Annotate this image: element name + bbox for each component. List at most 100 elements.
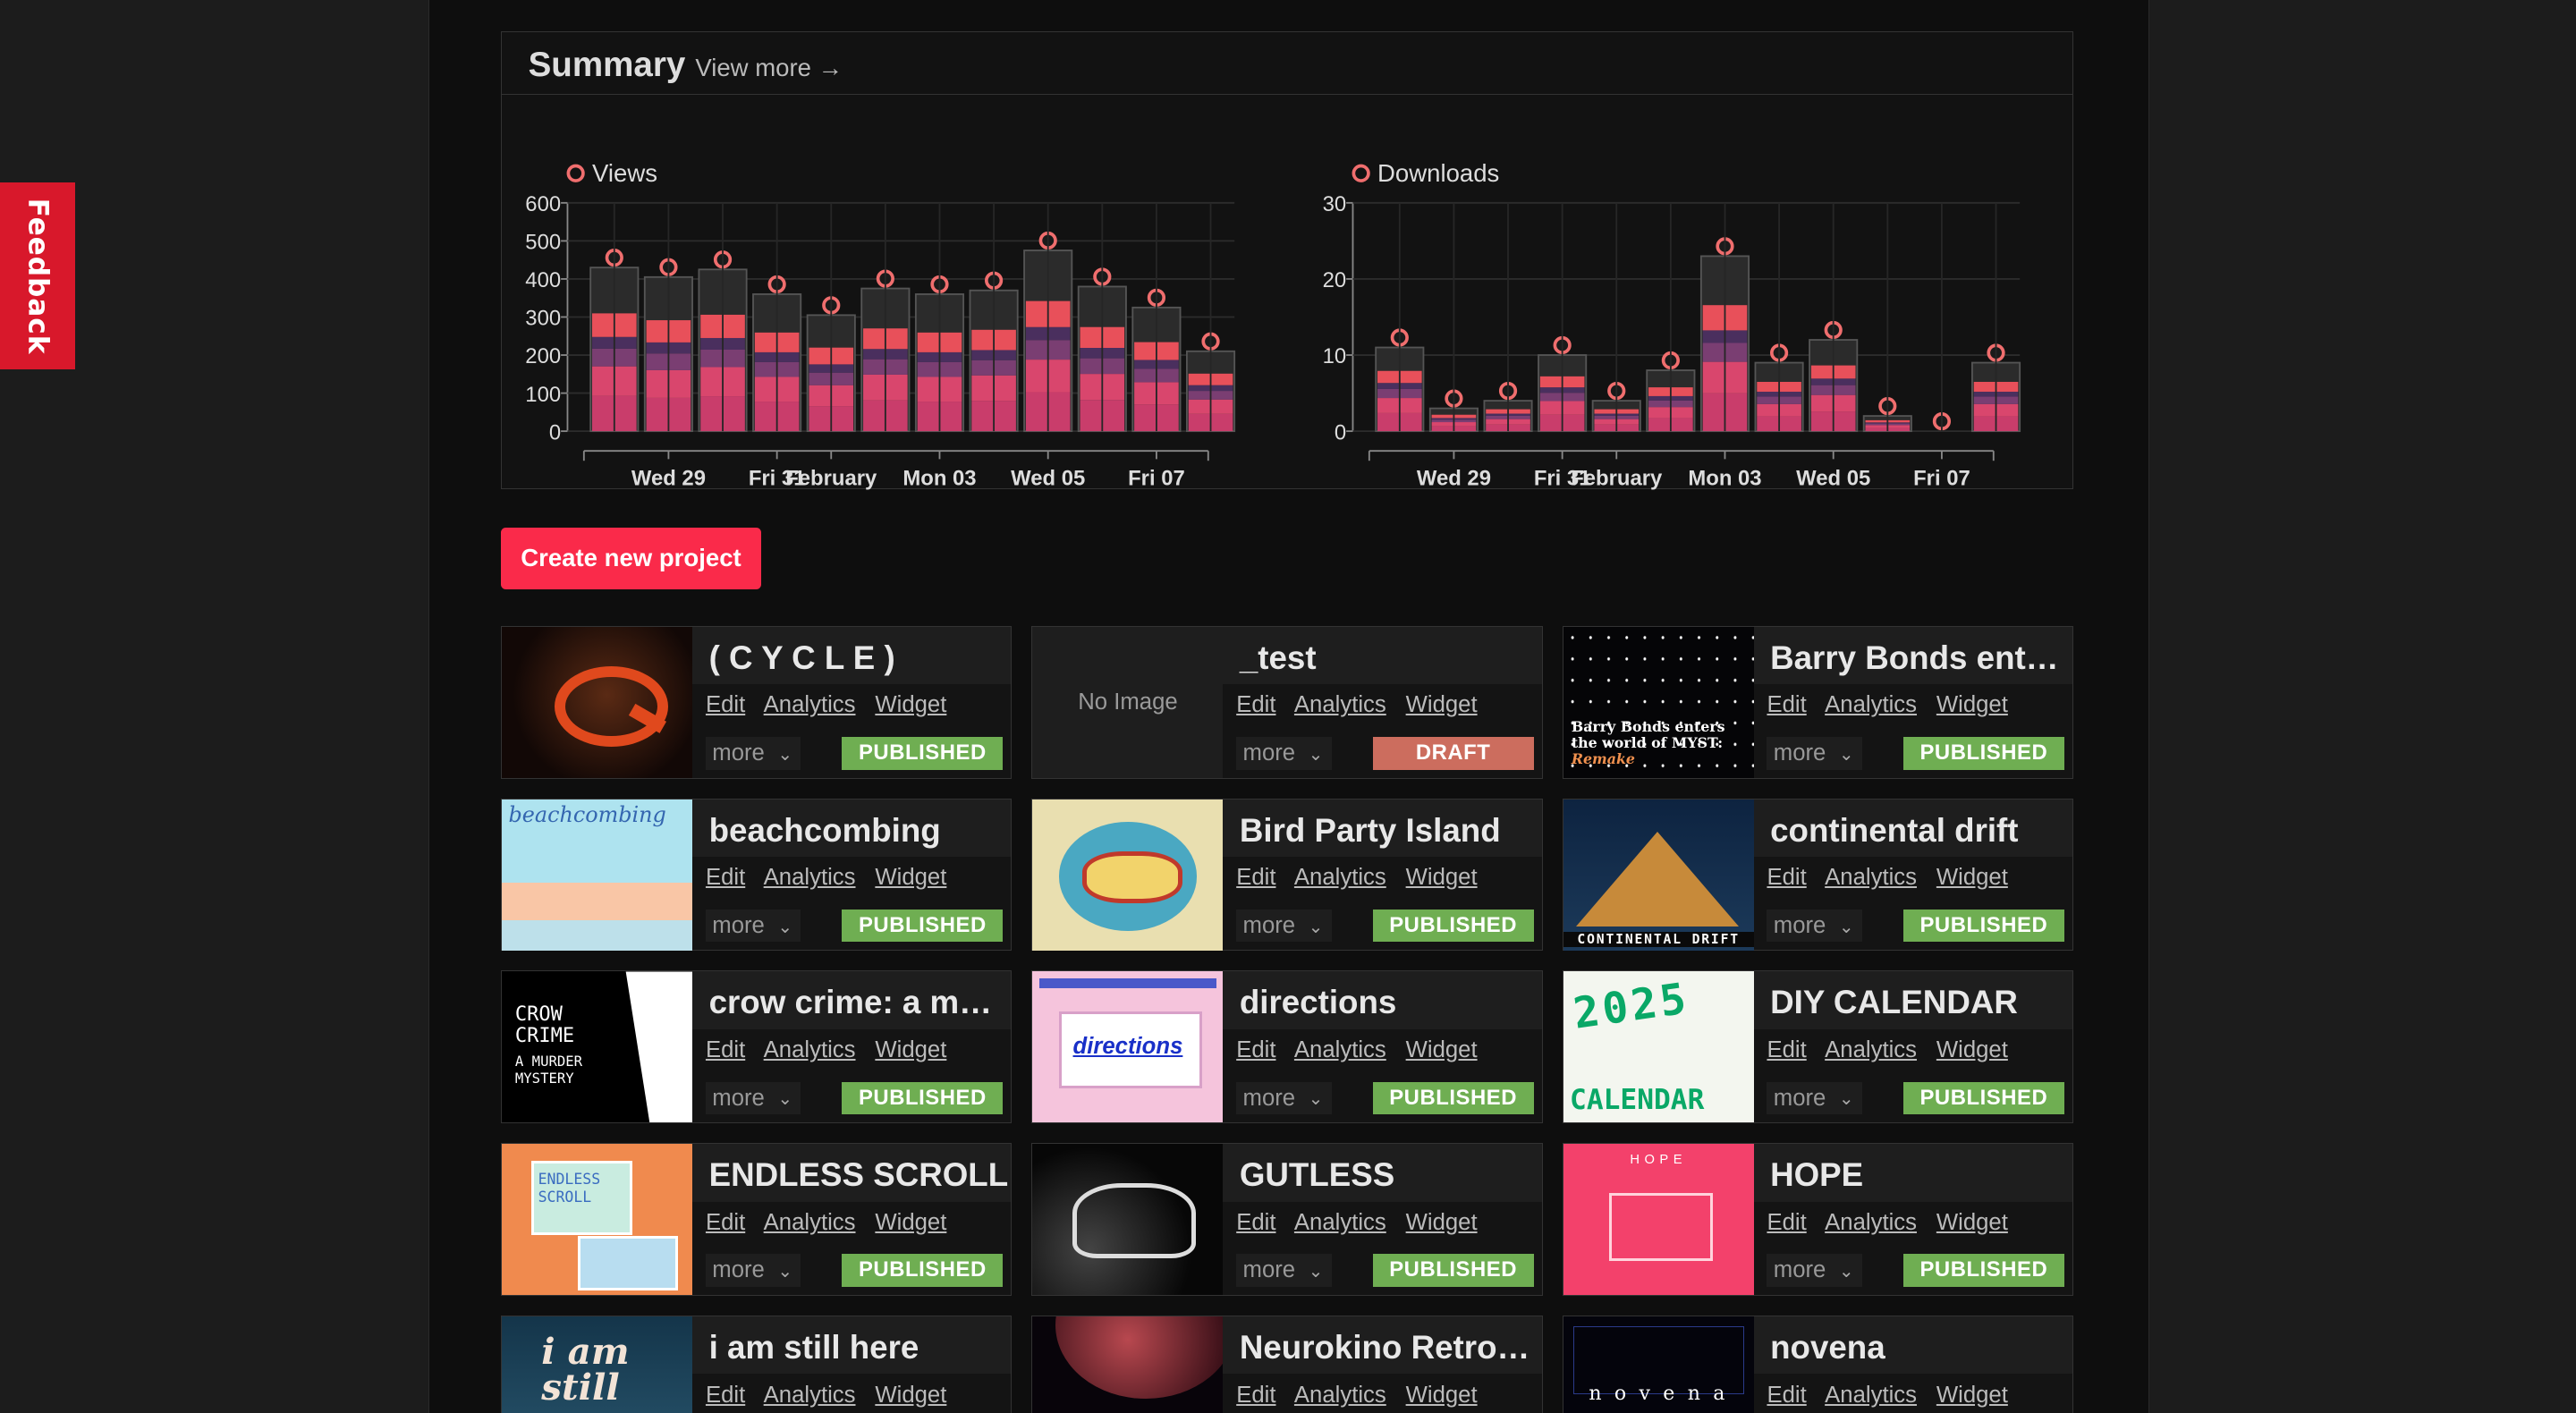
analytics-link[interactable]: Analytics [1294,1210,1386,1235]
project-thumbnail[interactable]: ENDLESS SCROLL [502,1144,693,1296]
widget-link[interactable]: Widget [1406,1037,1478,1062]
more-dropdown[interactable]: more ⌄ [1767,1254,1862,1288]
more-dropdown[interactable]: more ⌄ [705,1081,801,1115]
analytics-link[interactable]: Analytics [764,1037,856,1062]
edit-link[interactable]: Edit [1767,865,1806,890]
widget-link[interactable]: Widget [875,692,946,717]
project-thumbnail[interactable]: directions [1032,971,1224,1123]
widget-link[interactable]: Widget [875,1210,946,1235]
chevron-down-icon: ⌄ [1308,744,1324,765]
edit-link[interactable]: Edit [706,1037,745,1062]
edit-link[interactable]: Edit [1767,692,1806,717]
widget-link[interactable]: Widget [875,1037,946,1062]
edit-link[interactable]: Edit [1236,865,1275,890]
project-card: Neurokino Retro… Edit Analytics Widget m… [1031,1316,1543,1413]
widget-link[interactable]: Widget [1936,1037,2008,1062]
status-badge: PUBLISHED [1372,1254,1534,1288]
widget-link[interactable]: Widget [1406,1383,1478,1408]
project-title[interactable]: i am still here [692,1316,1012,1375]
project-thumbnail[interactable]: i am still [502,1316,693,1413]
more-dropdown[interactable]: more ⌄ [705,736,801,770]
project-links: Edit Analytics Widget [706,1383,960,1409]
widget-link[interactable]: Widget [1936,1383,2008,1408]
x-tick-label: February [1571,467,1663,491]
project-title[interactable]: Neurokino Retro… [1223,1316,1542,1375]
analytics-link[interactable]: Analytics [1825,1383,1917,1408]
edit-link[interactable]: Edit [706,1383,745,1408]
edit-link[interactable]: Edit [1236,1210,1275,1235]
analytics-link[interactable]: Analytics [1825,1210,1917,1235]
more-dropdown[interactable]: more ⌄ [1236,1254,1332,1288]
analytics-link[interactable]: Analytics [1825,1037,1917,1062]
chevron-down-icon: ⌄ [777,744,793,765]
project-links: Edit Analytics Widget [706,1210,960,1236]
analytics-link[interactable]: Analytics [764,865,856,890]
project-links: Edit Analytics Widget [1767,692,2021,718]
widget-link[interactable]: Widget [1936,1210,2008,1235]
analytics-link[interactable]: Analytics [1294,692,1386,717]
project-thumbnail[interactable]: No Image [1032,626,1224,778]
more-dropdown[interactable]: more ⌄ [1236,909,1332,943]
project-thumbnail[interactable] [1032,1316,1224,1413]
create-new-project-button[interactable]: Create new project [501,527,761,590]
edit-link[interactable]: Edit [1236,1383,1275,1408]
widget-link[interactable]: Widget [1936,865,2008,890]
project-thumbnail[interactable]: n o v e n a [1563,1316,1754,1413]
downloads-chart: Downloads 30 20 10 0 Wed 29 Fri 31 February Mon … [1287,121,2059,498]
analytics-link[interactable]: Analytics [1294,1037,1386,1062]
edit-link[interactable]: Edit [706,1210,745,1235]
edit-link[interactable]: Edit [1767,1210,1806,1235]
project-title[interactable]: beachcombing [692,799,1012,857]
analytics-link[interactable]: Analytics [1294,865,1386,890]
project-title[interactable]: ( C Y C L E ) [692,626,1012,685]
analytics-link[interactable]: Analytics [1825,865,1917,890]
project-thumbnail[interactable]: Barry Bonds enters the world of MYST: Re… [1563,626,1754,778]
widget-link[interactable]: Widget [875,865,946,890]
project-title[interactable]: directions [1223,971,1542,1029]
more-dropdown[interactable]: more ⌄ [1236,1081,1332,1115]
edit-link[interactable]: Edit [706,692,745,717]
project-title[interactable]: crow crime: a mur… [692,971,1012,1029]
widget-link[interactable]: Widget [1406,692,1478,717]
view-more-link[interactable]: View more → [695,54,843,82]
edit-link[interactable]: Edit [706,865,745,890]
analytics-link[interactable]: Analytics [1825,692,1917,717]
project-title[interactable]: GUTLESS [1223,1144,1542,1202]
edit-link[interactable]: Edit [1236,1037,1275,1062]
project-thumbnail[interactable] [502,626,693,778]
analytics-link[interactable]: Analytics [1294,1383,1386,1408]
project-thumbnail[interactable]: CROW CRIME A MURDER MYSTERY [502,971,693,1123]
project-title[interactable]: _test [1223,626,1542,685]
project-thumbnail[interactable]: beachcombing [502,799,693,951]
more-dropdown[interactable]: more ⌄ [1767,909,1862,943]
project-title[interactable]: Bird Party Island [1223,799,1542,857]
more-dropdown[interactable]: more ⌄ [705,1254,801,1288]
more-dropdown[interactable]: more ⌄ [1236,736,1332,770]
project-thumbnail[interactable]: HOPE [1563,1144,1754,1296]
project-title[interactable]: ENDLESS SCROLL [692,1144,1012,1202]
project-title[interactable]: DIY CALENDAR [1753,971,2072,1029]
project-title[interactable]: novena [1753,1316,2072,1375]
analytics-link[interactable]: Analytics [764,1383,856,1408]
thumb-caption: n o v e n a [1589,1382,1729,1405]
project-thumbnail[interactable] [1032,799,1224,951]
project-thumbnail[interactable]: 2025 CALENDAR [1563,971,1754,1123]
analytics-link[interactable]: Analytics [764,692,856,717]
project-title[interactable]: HOPE [1753,1144,2072,1202]
widget-link[interactable]: Widget [1936,692,2008,717]
analytics-link[interactable]: Analytics [764,1210,856,1235]
project-thumbnail[interactable]: CONTINENTAL DRIFT [1563,799,1754,951]
more-dropdown[interactable]: more ⌄ [1767,1081,1862,1115]
edit-link[interactable]: Edit [1767,1383,1806,1408]
widget-link[interactable]: Widget [875,1383,946,1408]
project-title[interactable]: Barry Bonds ente… [1753,626,2072,685]
feedback-tab[interactable]: Feedback [0,182,76,370]
edit-link[interactable]: Edit [1767,1037,1806,1062]
widget-link[interactable]: Widget [1406,865,1478,890]
more-dropdown[interactable]: more ⌄ [705,909,801,943]
project-thumbnail[interactable] [1032,1144,1224,1296]
widget-link[interactable]: Widget [1406,1210,1478,1235]
project-title[interactable]: continental drift [1753,799,2072,857]
edit-link[interactable]: Edit [1236,692,1275,717]
more-dropdown[interactable]: more ⌄ [1767,736,1862,770]
